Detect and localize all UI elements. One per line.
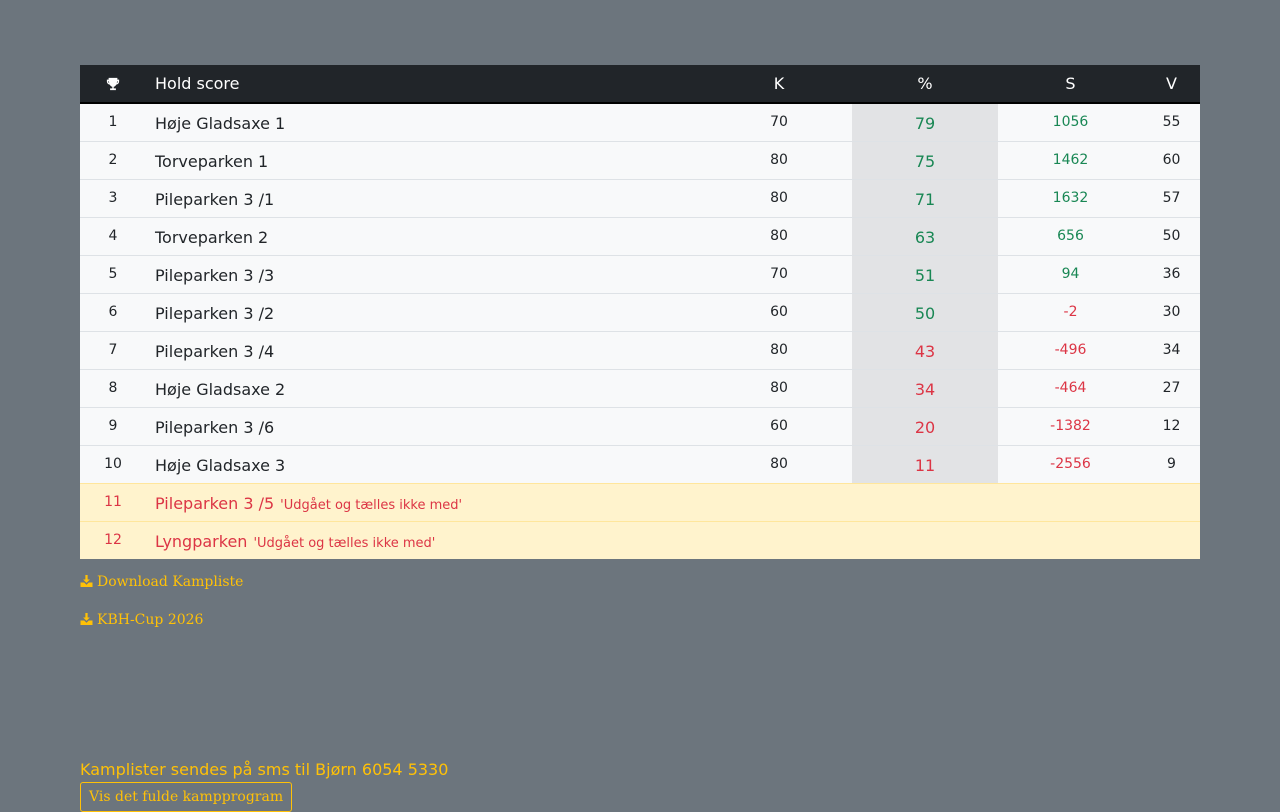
s-cell: 1462 [998, 140, 1143, 179]
withdrawn-note: 'Udgået og tælles ikke med' [280, 497, 463, 513]
v-header: V [1143, 65, 1200, 104]
v-cell: 12 [1143, 406, 1200, 445]
v-cell: 55 [1143, 102, 1200, 141]
score-table: Hold score K % S V 1 Høje Gladsaxe 1 70 … [80, 65, 1200, 559]
team-name: Torveparken 2 [146, 216, 706, 255]
percent-cell: 34 [852, 368, 998, 407]
percent-cell: 79 [852, 102, 998, 141]
k-cell: 60 [706, 406, 852, 445]
s-cell: -496 [998, 330, 1143, 369]
rank-cell: 3 [80, 178, 146, 217]
v-cell: 60 [1143, 140, 1200, 179]
team-name: Pileparken 3 /2 [146, 292, 706, 331]
table-row: 10 Høje Gladsaxe 3 80 11 -2556 9 [80, 444, 1200, 483]
team-name: Pileparken 3 /1 [146, 178, 706, 217]
team-name: Pileparken 3 /5 [155, 493, 275, 513]
team-name: Pileparken 3 /3 [146, 254, 706, 293]
withdrawn-team: Lyngparken 'Udgået og tælles ikke med' [146, 520, 1200, 559]
rank-cell: 10 [80, 444, 146, 483]
k-cell: 80 [706, 330, 852, 369]
v-cell: 27 [1143, 368, 1200, 407]
withdrawn-note: 'Udgået og tælles ikke med' [253, 535, 436, 551]
percent-cell: 11 [852, 444, 998, 483]
rank-cell: 12 [80, 520, 146, 559]
table-row: 6 Pileparken 3 /2 60 50 -2 30 [80, 292, 1200, 331]
v-cell: 57 [1143, 178, 1200, 217]
percent-cell: 51 [852, 254, 998, 293]
rank-cell: 9 [80, 406, 146, 445]
v-cell: 30 [1143, 292, 1200, 331]
percent-cell: 63 [852, 216, 998, 255]
s-cell: 1632 [998, 178, 1143, 217]
s-cell: 94 [998, 254, 1143, 293]
withdrawn-row: 12 Lyngparken 'Udgået og tælles ikke med' [80, 520, 1200, 559]
team-name: Pileparken 3 /4 [146, 330, 706, 369]
rank-cell: 8 [80, 368, 146, 407]
k-cell: 80 [706, 444, 852, 483]
rank-header [80, 65, 146, 104]
table-row: 5 Pileparken 3 /3 70 51 94 36 [80, 254, 1200, 293]
k-header: K [706, 65, 852, 104]
s-cell: -1382 [998, 406, 1143, 445]
percent-header: % [852, 65, 998, 104]
k-cell: 80 [706, 140, 852, 179]
k-cell: 80 [706, 368, 852, 407]
rank-cell: 6 [80, 292, 146, 331]
rank-cell: 4 [80, 216, 146, 255]
s-cell: 1056 [998, 102, 1143, 141]
team-name: Pileparken 3 /6 [146, 406, 706, 445]
trophy-icon [106, 77, 120, 91]
percent-cell: 43 [852, 330, 998, 369]
withdrawn-row: 11 Pileparken 3 /5 'Udgået og tælles ikke… [80, 482, 1200, 521]
table-header-row: Hold score K % S V [80, 65, 1200, 104]
table-row: 7 Pileparken 3 /4 80 43 -496 34 [80, 330, 1200, 369]
rank-cell: 11 [80, 482, 146, 521]
sms-notice: Kamplister sendes på sms til Bjørn 6054 … [80, 760, 449, 779]
download-kampliste-link[interactable]: Download Kampliste [80, 574, 243, 590]
download-cup-link[interactable]: KBH-Cup 2026 [80, 612, 203, 628]
percent-cell: 20 [852, 406, 998, 445]
full-program-button[interactable]: Vis det fulde kampprogram [80, 782, 293, 812]
s-cell: -2556 [998, 444, 1143, 483]
v-cell: 36 [1143, 254, 1200, 293]
s-cell: -464 [998, 368, 1143, 407]
k-cell: 70 [706, 102, 852, 141]
k-cell: 70 [706, 254, 852, 293]
s-cell: 656 [998, 216, 1143, 255]
k-cell: 80 [706, 178, 852, 217]
download-cup-label: KBH-Cup 2026 [97, 612, 204, 628]
download-kampliste-label: Download Kampliste [97, 574, 244, 590]
table-row: 2 Torveparken 1 80 75 1462 60 [80, 140, 1200, 179]
k-cell: 80 [706, 216, 852, 255]
percent-cell: 50 [852, 292, 998, 331]
table-row: 3 Pileparken 3 /1 80 71 1632 57 [80, 178, 1200, 217]
download-icon [80, 575, 93, 587]
v-cell: 34 [1143, 330, 1200, 369]
team-name: Lyngparken [155, 531, 248, 551]
rank-cell: 5 [80, 254, 146, 293]
v-cell: 50 [1143, 216, 1200, 255]
download-icon [80, 613, 93, 625]
table-row: 4 Torveparken 2 80 63 656 50 [80, 216, 1200, 255]
table-row: 9 Pileparken 3 /6 60 20 -1382 12 [80, 406, 1200, 445]
v-cell: 9 [1143, 444, 1200, 483]
percent-cell: 71 [852, 178, 998, 217]
s-cell: -2 [998, 292, 1143, 331]
team-name: Høje Gladsaxe 2 [146, 368, 706, 407]
team-name: Høje Gladsaxe 3 [146, 444, 706, 483]
withdrawn-team: Pileparken 3 /5 'Udgået og tælles ikke me… [146, 482, 1200, 521]
s-header: S [998, 65, 1143, 104]
rank-cell: 7 [80, 330, 146, 369]
team-name: Høje Gladsaxe 1 [146, 102, 706, 141]
rank-cell: 1 [80, 102, 146, 141]
table-row: 8 Høje Gladsaxe 2 80 34 -464 27 [80, 368, 1200, 407]
rank-cell: 2 [80, 140, 146, 179]
table-row: 1 Høje Gladsaxe 1 70 79 1056 55 [80, 102, 1200, 141]
percent-cell: 75 [852, 140, 998, 179]
team-score-header: Hold score [146, 65, 706, 104]
score-table-container: Hold score K % S V 1 Høje Gladsaxe 1 70 … [80, 65, 1200, 559]
team-name: Torveparken 1 [146, 140, 706, 179]
k-cell: 60 [706, 292, 852, 331]
